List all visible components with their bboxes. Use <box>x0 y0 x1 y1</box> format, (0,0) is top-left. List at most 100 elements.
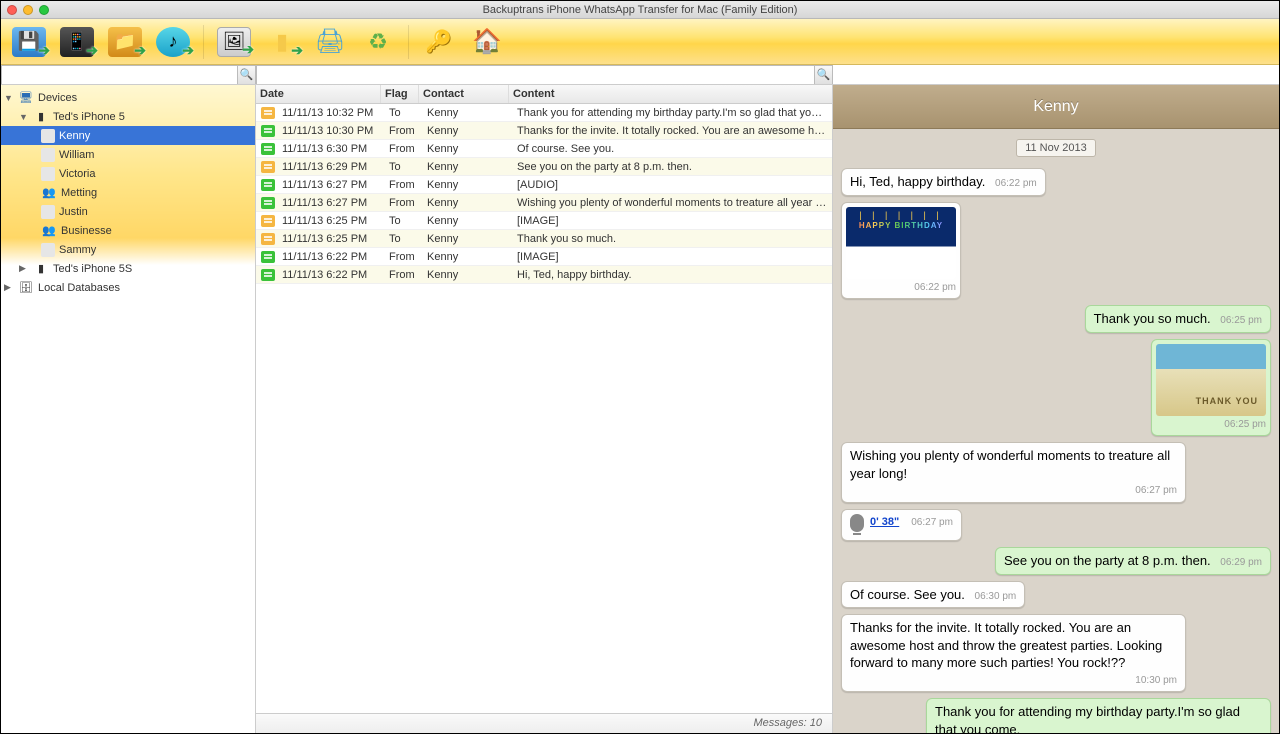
header-content[interactable]: Content <box>509 85 832 103</box>
thankyou-beach-image <box>1156 344 1266 416</box>
preview-pane: Kenny 11 Nov 2013 Hi, Ted, happy birthda… <box>833 85 1279 733</box>
phone-export-button[interactable]: 📱➔ <box>53 22 101 62</box>
tree-node-metting[interactable]: 👥Metting <box>1 183 255 202</box>
header-date[interactable]: Date <box>256 85 381 103</box>
bubble-timestamp: 06:25 pm <box>1220 315 1262 326</box>
list-row[interactable]: 11/11/13 6:27 PMFromKenny[AUDIO] <box>256 176 832 194</box>
birthday-cake-image <box>846 207 956 279</box>
tree-node-justin[interactable]: Justin <box>1 202 255 221</box>
print-button[interactable]: 🖨 <box>306 22 354 62</box>
cell-content: Thank you so much. <box>513 233 832 245</box>
message-direction-icon <box>261 107 275 119</box>
bubble-timestamp: 06:27 pm <box>911 516 953 530</box>
bubble-timestamp: 06:30 pm <box>975 591 1017 602</box>
main-area: ▼ 🖥 Devices ▼ ▮ Ted's iPhone 5 Kenny Wil… <box>1 85 1279 733</box>
cell-contact: Kenny <box>423 107 513 119</box>
list-row[interactable]: 11/11/13 10:32 PMToKennyThank you for at… <box>256 104 832 122</box>
cell-date: 11/11/13 6:22 PM <box>278 251 385 263</box>
tree-node-victoria[interactable]: Victoria <box>1 164 255 183</box>
audio-duration-link[interactable]: 0' 38" <box>870 515 899 530</box>
chat-bubble-outgoing[interactable]: Thank you so much. 06:25 pm <box>1085 305 1271 333</box>
bubble-timestamp: 10:30 pm <box>850 674 1177 688</box>
cell-content: [AUDIO] <box>513 179 832 191</box>
contact-label: Kenny <box>59 130 90 142</box>
cell-contact: Kenny <box>423 233 513 245</box>
window-title: Backuptrans iPhone WhatsApp Transfer for… <box>1 4 1279 16</box>
list-search-button[interactable]: 🔍 <box>814 66 832 84</box>
recycle-icon: ♻ <box>361 27 395 57</box>
list-row[interactable]: 11/11/13 6:29 PMToKennySee you on the pa… <box>256 158 832 176</box>
chat-bubble-incoming[interactable]: Thanks for the invite. It totally rocked… <box>841 614 1186 692</box>
cell-content: [IMAGE] <box>513 215 832 227</box>
preview-header: Kenny <box>833 85 1279 129</box>
cell-date: 11/11/13 6:25 PM <box>278 215 385 227</box>
chat-bubble-outgoing[interactable]: Thank you for attending my birthday part… <box>926 698 1271 733</box>
message-direction-icon <box>261 215 275 227</box>
tree-node-businesse[interactable]: 👥Businesse <box>1 221 255 240</box>
cell-flag: To <box>385 233 423 245</box>
header-flag[interactable]: Flag <box>381 85 419 103</box>
cell-content: Thanks for the invite. It totally rocked… <box>513 125 832 137</box>
cell-flag: From <box>385 251 423 263</box>
list-row[interactable]: 11/11/13 6:27 PMFromKennyWishing you ple… <box>256 194 832 212</box>
cell-date: 11/11/13 6:30 PM <box>278 143 385 155</box>
preview-body[interactable]: 11 Nov 2013 Hi, Ted, happy birthday. 06:… <box>833 129 1279 733</box>
list-row[interactable]: 11/11/13 6:22 PMFromKennyHi, Ted, happy … <box>256 266 832 284</box>
list-row[interactable]: 11/11/13 6:25 PMToKenny[IMAGE] <box>256 212 832 230</box>
bubble-timestamp: 06:27 pm <box>850 484 1177 498</box>
tree-node-kenny[interactable]: Kenny <box>1 126 255 145</box>
devices-label: Devices <box>38 92 77 104</box>
cell-content: [IMAGE] <box>513 251 832 263</box>
recycle-button[interactable]: ♻ <box>354 22 402 62</box>
list-row[interactable]: 11/11/13 6:25 PMToKennyThank you so much… <box>256 230 832 248</box>
bubble-timestamp: 06:22 pm <box>995 178 1037 189</box>
list-search-input[interactable] <box>257 66 814 84</box>
contact-icon <box>41 129 55 143</box>
cell-content: See you on the party at 8 p.m. then. <box>513 161 832 173</box>
backup-button[interactable]: 💾➔ <box>5 22 53 62</box>
chat-bubble-incoming-audio[interactable]: 0' 38" 06:27 pm <box>841 509 962 542</box>
message-direction-icon <box>261 269 275 281</box>
header-contact[interactable]: Contact <box>419 85 509 103</box>
list-header: Date Flag Contact Content <box>256 85 832 104</box>
tree-node-sammy[interactable]: Sammy <box>1 240 255 259</box>
chat-bubble-incoming[interactable]: Hi, Ted, happy birthday. 06:22 pm <box>841 168 1046 196</box>
cell-content: Wishing you plenty of wonderful moments … <box>513 197 832 209</box>
list-row[interactable]: 11/11/13 6:22 PMFromKenny[IMAGE] <box>256 248 832 266</box>
preview-contact-name: Kenny <box>1033 98 1078 116</box>
folder-export-button[interactable]: 📁➔ <box>101 22 149 62</box>
bubble-text: Thanks for the invite. It totally rocked… <box>850 620 1162 670</box>
cell-content: Hi, Ted, happy birthday. <box>513 269 832 281</box>
chat-bubble-outgoing[interactable]: See you on the party at 8 p.m. then. 06:… <box>995 547 1271 575</box>
tree-node-devices[interactable]: ▼ 🖥 Devices <box>1 88 255 107</box>
chat-bubble-incoming-image[interactable]: 06:22 pm <box>841 202 961 300</box>
tree-node-william[interactable]: William <box>1 145 255 164</box>
register-button[interactable]: 🔑 <box>415 22 463 62</box>
contact-icon <box>41 205 55 219</box>
export-button[interactable]: ▮➔ <box>258 22 306 62</box>
chat-bubble-outgoing-image[interactable]: 06:25 pm <box>1151 339 1271 437</box>
cell-date: 11/11/13 10:30 PM <box>278 125 385 137</box>
tree-node-local-databases[interactable]: ▶ 🗄 Local Databases <box>1 278 255 297</box>
message-direction-icon <box>261 197 275 209</box>
devices-icon: 🖥 <box>18 91 34 105</box>
cell-date: 11/11/13 6:22 PM <box>278 269 385 281</box>
cell-flag: From <box>385 197 423 209</box>
sidebar-search-input[interactable] <box>2 66 237 84</box>
tree-node-teds-iphone5s[interactable]: ▶ ▮ Ted's iPhone 5S <box>1 259 255 278</box>
photo-export-button[interactable]: 🖼➔ <box>210 22 258 62</box>
photo-export-icon: 🖼➔ <box>217 27 251 57</box>
chat-bubble-incoming[interactable]: Wishing you plenty of wonderful moments … <box>841 442 1186 503</box>
tree-node-teds-iphone5[interactable]: ▼ ▮ Ted's iPhone 5 <box>1 107 255 126</box>
disclosure-icon: ▼ <box>4 93 14 103</box>
disclosure-icon: ▼ <box>19 112 29 122</box>
chat-bubble-incoming[interactable]: Of course. See you. 06:30 pm <box>841 581 1025 609</box>
home-button[interactable]: 🏠 <box>463 22 511 62</box>
sidebar-search-button[interactable]: 🔍 <box>237 66 255 84</box>
list-row[interactable]: 11/11/13 6:30 PMFromKennyOf course. See … <box>256 140 832 158</box>
music-export-button[interactable]: ♪➔ <box>149 22 197 62</box>
list-row[interactable]: 11/11/13 10:30 PMFromKennyThanks for the… <box>256 122 832 140</box>
cell-date: 11/11/13 10:32 PM <box>278 107 385 119</box>
cell-flag: From <box>385 143 423 155</box>
database-icon: 🗄 <box>18 281 34 295</box>
